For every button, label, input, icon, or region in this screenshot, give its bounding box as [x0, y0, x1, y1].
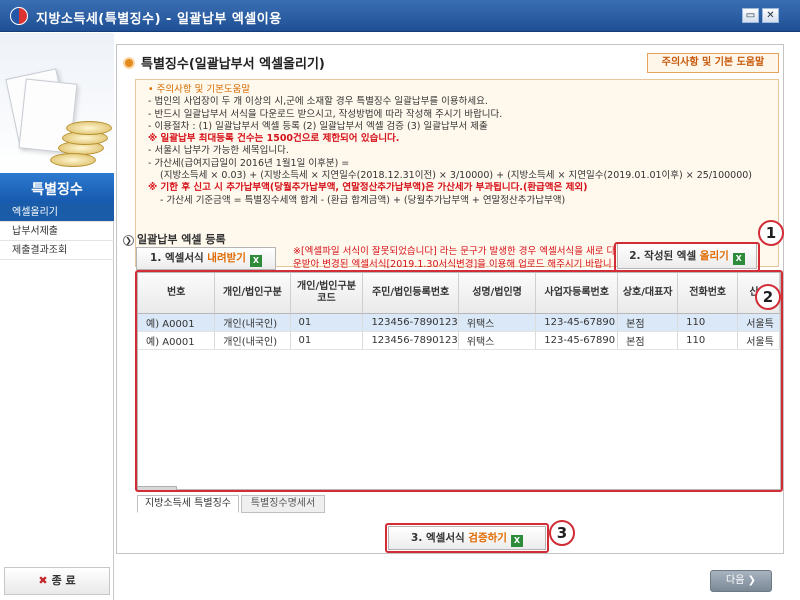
tab-special-collection[interactable]: 지방소득세 특별징수	[137, 495, 239, 513]
sidebar-item-submit-bill[interactable]: 납부서제출	[0, 222, 114, 241]
next-button[interactable]: 다음 ❯	[710, 570, 772, 592]
window-title: 지방소득세(특별징수) - 일괄납부 엑셀이용	[36, 12, 282, 27]
notice-line: - 가산세(급여지급일이 2016년 1월1일 이후분) =	[148, 157, 350, 169]
download-button-prefix: 1. 엑셀서식	[150, 252, 208, 264]
notice-line: - 서울시 납부가 가능한 세목입니다.	[148, 145, 289, 157]
notice-formula: (지방소득세 × 0.03) + (지방소득세 × 지연일수(2018.12.3…	[160, 170, 752, 182]
exit-button[interactable]: ✖ 종 료	[4, 567, 110, 595]
callout-box-1	[614, 242, 760, 272]
exit-label: 종 료	[51, 574, 76, 587]
upload-heading-text: 일괄납부 엑셀 등록	[137, 233, 226, 246]
notice-line: - 반드시 일괄납부서 서식을 다운로드 받으시고, 작성방법에 따라 작성해 …	[148, 108, 503, 120]
upload-heading: ❯ 일괄납부 엑셀 등록	[123, 231, 226, 247]
notice-heading: • 주의사항 및 기본도움말	[148, 84, 251, 95]
download-button-highlight: 내려받기	[207, 252, 246, 264]
sidebar-item-excel-upload[interactable]: 엑셀올리기	[0, 203, 114, 222]
download-template-button[interactable]: 1. 엑셀서식 내려받기 X	[136, 247, 276, 270]
notice-penalty-warning: ※ 기한 후 신고 시 추가납부액(당월추가납부액, 연말정산추가납부액)은 가…	[148, 182, 588, 194]
sidebar-illustration	[0, 33, 114, 173]
callout-badge-1: 1	[758, 220, 784, 246]
title-bar: 지방소득세(특별징수) - 일괄납부 엑셀이용 ▭ ✕	[0, 0, 800, 32]
minimize-button[interactable]: ▭	[742, 8, 759, 23]
notice-box: • 주의사항 및 기본도움말 - 법인의 사업장이 두 개 이상의 시,군에 소…	[135, 79, 779, 267]
sidebar: 특별징수 엑셀올리기 납부서제출 제출결과조회 ✖ 종 료	[0, 33, 114, 600]
excel-icon: X	[249, 255, 262, 267]
notice-line: - 이용절차 : (1) 일괄납부서 엑셀 등록 (2) 일괄납부서 엑셀 검증…	[148, 120, 488, 132]
callout-badge-2: 2	[755, 284, 781, 310]
callout-box-3	[385, 523, 549, 553]
section-title: 특별징수(일괄납부서 엑셀올리기)	[123, 53, 325, 72]
callout-badge-3: 3	[549, 520, 575, 546]
main-panel: 특별징수(일괄납부서 엑셀올리기) 주의사항 및 기본 도움말 • 주의사항 및…	[116, 44, 784, 554]
notice-limit-warning: ※ 일괄납부 최대등록 건수는 1500건으로 제한되어 있습니다.	[148, 133, 400, 145]
callout-box-2	[135, 270, 783, 492]
arrow-circle-icon: ❯	[123, 235, 134, 246]
notice-line: - 법인의 사업장이 두 개 이상의 시,군에 소재할 경우 특별징수 일괄납부…	[148, 96, 488, 108]
bullet-icon	[123, 57, 135, 69]
coin-illustration	[66, 121, 112, 135]
taegeuk-logo-icon	[10, 7, 28, 25]
sidebar-item-result-lookup[interactable]: 제출결과조회	[0, 241, 114, 260]
help-button[interactable]: 주의사항 및 기본 도움말	[647, 53, 779, 73]
notice-base-amount: - 가산세 기준금액 = 특별징수세액 합계 - (환급 합계금액) + (당월…	[160, 194, 566, 206]
exit-icon: ✖	[38, 574, 48, 587]
sidebar-header: 특별징수	[0, 173, 114, 207]
coin-illustration	[50, 153, 96, 167]
section-title-text: 특별징수(일괄납부서 엑셀올리기)	[141, 57, 325, 72]
tab-collection-statement[interactable]: 특별징수명세서	[241, 495, 325, 513]
close-window-button[interactable]: ✕	[762, 8, 779, 23]
